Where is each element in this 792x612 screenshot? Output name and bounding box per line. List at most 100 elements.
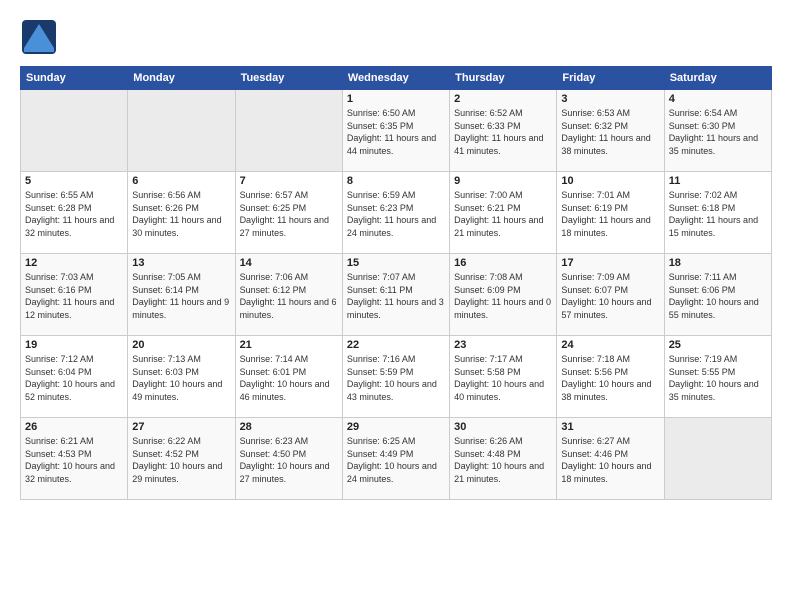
cell-text: Sunrise: 7:07 AMSunset: 6:11 PMDaylight:… bbox=[347, 272, 444, 320]
day-number: 13 bbox=[132, 257, 230, 269]
calendar-cell: 3 Sunrise: 6:53 AMSunset: 6:32 PMDaylight… bbox=[557, 90, 664, 172]
calendar-cell: 15Sunrise: 7:07 AMSunset: 6:11 PMDayligh… bbox=[342, 254, 449, 336]
calendar-week: 26 Sunrise: 6:21 AMSunset: 4:53 PMDayligh… bbox=[21, 418, 772, 500]
calendar-cell: 19Sunrise: 7:12 AMSunset: 6:04 PMDayligh… bbox=[21, 336, 128, 418]
cell-text: Sunrise: 6:23 AMSunset: 4:50 PMDaylight:… bbox=[240, 436, 330, 484]
cell-text: Sunrise: 6:59 AMSunset: 6:23 PMDaylight:… bbox=[347, 190, 436, 238]
day-number: 21 bbox=[240, 339, 338, 351]
header bbox=[20, 18, 772, 56]
calendar-cell: 4 Sunrise: 6:54 AMSunset: 6:30 PMDaylight… bbox=[664, 90, 771, 172]
calendar-cell: 27Sunrise: 6:22 AMSunset: 4:52 PMDayligh… bbox=[128, 418, 235, 500]
day-number: 30 bbox=[454, 421, 552, 433]
calendar-cell: 14 Sunrise: 7:06 AMSunset: 6:12 PMDayligh… bbox=[235, 254, 342, 336]
day-number: 26 bbox=[25, 421, 123, 433]
day-number: 1 bbox=[347, 93, 445, 105]
calendar-cell: 16 Sunrise: 7:08 AMSunset: 6:09 PMDayligh… bbox=[450, 254, 557, 336]
cell-text: Sunrise: 6:21 AMSunset: 4:53 PMDaylight:… bbox=[25, 436, 115, 484]
calendar-cell: 5 Sunrise: 6:55 AMSunset: 6:28 PMDaylight… bbox=[21, 172, 128, 254]
weekday-header: Friday bbox=[557, 67, 664, 90]
day-number: 2 bbox=[454, 93, 552, 105]
day-number: 14 bbox=[240, 257, 338, 269]
day-number: 11 bbox=[669, 175, 767, 187]
calendar-cell bbox=[128, 90, 235, 172]
calendar-table: SundayMondayTuesdayWednesdayThursdayFrid… bbox=[20, 66, 772, 500]
cell-text: Sunrise: 6:54 AMSunset: 6:30 PMDaylight:… bbox=[669, 108, 758, 156]
weekday-header: Tuesday bbox=[235, 67, 342, 90]
calendar-cell: 10 Sunrise: 7:01 AMSunset: 6:19 PMDayligh… bbox=[557, 172, 664, 254]
cell-text: Sunrise: 6:52 AMSunset: 6:33 PMDaylight:… bbox=[454, 108, 543, 156]
day-number: 22 bbox=[347, 339, 445, 351]
cell-text: Sunrise: 7:05 AMSunset: 6:14 PMDaylight:… bbox=[132, 272, 229, 320]
cell-text: Sunrise: 6:57 AMSunset: 6:25 PMDaylight:… bbox=[240, 190, 329, 238]
cell-text: Sunrise: 7:11 AMSunset: 6:06 PMDaylight:… bbox=[669, 272, 759, 320]
cell-text: Sunrise: 7:18 AMSunset: 5:56 PMDaylight:… bbox=[561, 354, 651, 402]
cell-text: Sunrise: 6:53 AMSunset: 6:32 PMDaylight:… bbox=[561, 108, 650, 156]
weekday-header: Sunday bbox=[21, 67, 128, 90]
day-number: 19 bbox=[25, 339, 123, 351]
calendar-cell: 9 Sunrise: 7:00 AMSunset: 6:21 PMDaylight… bbox=[450, 172, 557, 254]
calendar-cell: 7 Sunrise: 6:57 AMSunset: 6:25 PMDaylight… bbox=[235, 172, 342, 254]
calendar-cell: 21Sunrise: 7:14 AMSunset: 6:01 PMDayligh… bbox=[235, 336, 342, 418]
day-number: 25 bbox=[669, 339, 767, 351]
day-number: 5 bbox=[25, 175, 123, 187]
calendar-cell: 29Sunrise: 6:25 AMSunset: 4:49 PMDayligh… bbox=[342, 418, 449, 500]
day-number: 3 bbox=[561, 93, 659, 105]
calendar-week: 12 Sunrise: 7:03 AMSunset: 6:16 PMDayligh… bbox=[21, 254, 772, 336]
day-number: 10 bbox=[561, 175, 659, 187]
header-row: SundayMondayTuesdayWednesdayThursdayFrid… bbox=[21, 67, 772, 90]
weekday-header: Wednesday bbox=[342, 67, 449, 90]
logo bbox=[20, 18, 60, 56]
calendar-cell: 18 Sunrise: 7:11 AMSunset: 6:06 PMDayligh… bbox=[664, 254, 771, 336]
day-number: 23 bbox=[454, 339, 552, 351]
cell-text: Sunrise: 7:06 AMSunset: 6:12 PMDaylight:… bbox=[240, 272, 337, 320]
day-number: 12 bbox=[25, 257, 123, 269]
day-number: 16 bbox=[454, 257, 552, 269]
cell-text: Sunrise: 6:26 AMSunset: 4:48 PMDaylight:… bbox=[454, 436, 544, 484]
day-number: 4 bbox=[669, 93, 767, 105]
cell-text: Sunrise: 7:01 AMSunset: 6:19 PMDaylight:… bbox=[561, 190, 650, 238]
calendar-cell bbox=[21, 90, 128, 172]
day-number: 18 bbox=[669, 257, 767, 269]
calendar-cell: 22 Sunrise: 7:16 AMSunset: 5:59 PMDayligh… bbox=[342, 336, 449, 418]
weekday-header: Monday bbox=[128, 67, 235, 90]
calendar-cell: 23Sunrise: 7:17 AMSunset: 5:58 PMDayligh… bbox=[450, 336, 557, 418]
day-number: 31 bbox=[561, 421, 659, 433]
calendar-cell: 30 Sunrise: 6:26 AMSunset: 4:48 PMDayligh… bbox=[450, 418, 557, 500]
cell-text: Sunrise: 7:13 AMSunset: 6:03 PMDaylight:… bbox=[132, 354, 222, 402]
calendar-week: 1Sunrise: 6:50 AMSunset: 6:35 PMDaylight… bbox=[21, 90, 772, 172]
day-number: 28 bbox=[240, 421, 338, 433]
day-number: 9 bbox=[454, 175, 552, 187]
day-number: 8 bbox=[347, 175, 445, 187]
calendar-cell: 1Sunrise: 6:50 AMSunset: 6:35 PMDaylight… bbox=[342, 90, 449, 172]
calendar-cell: 8 Sunrise: 6:59 AMSunset: 6:23 PMDaylight… bbox=[342, 172, 449, 254]
calendar-cell: 6 Sunrise: 6:56 AMSunset: 6:26 PMDaylight… bbox=[128, 172, 235, 254]
logo-icon bbox=[20, 18, 58, 56]
calendar-week: 19Sunrise: 7:12 AMSunset: 6:04 PMDayligh… bbox=[21, 336, 772, 418]
calendar-cell: 17 Sunrise: 7:09 AMSunset: 6:07 PMDayligh… bbox=[557, 254, 664, 336]
cell-text: Sunrise: 7:00 AMSunset: 6:21 PMDaylight:… bbox=[454, 190, 543, 238]
calendar-cell bbox=[664, 418, 771, 500]
cell-text: Sunrise: 6:25 AMSunset: 4:49 PMDaylight:… bbox=[347, 436, 437, 484]
cell-text: Sunrise: 7:09 AMSunset: 6:07 PMDaylight:… bbox=[561, 272, 651, 320]
calendar-cell: 24 Sunrise: 7:18 AMSunset: 5:56 PMDayligh… bbox=[557, 336, 664, 418]
day-number: 24 bbox=[561, 339, 659, 351]
calendar-cell: 28 Sunrise: 6:23 AMSunset: 4:50 PMDayligh… bbox=[235, 418, 342, 500]
calendar-cell: 31Sunrise: 6:27 AMSunset: 4:46 PMDayligh… bbox=[557, 418, 664, 500]
calendar-cell: 20Sunrise: 7:13 AMSunset: 6:03 PMDayligh… bbox=[128, 336, 235, 418]
day-number: 17 bbox=[561, 257, 659, 269]
calendar-cell: 25Sunrise: 7:19 AMSunset: 5:55 PMDayligh… bbox=[664, 336, 771, 418]
cell-text: Sunrise: 7:03 AMSunset: 6:16 PMDaylight:… bbox=[25, 272, 114, 320]
day-number: 7 bbox=[240, 175, 338, 187]
cell-text: Sunrise: 7:08 AMSunset: 6:09 PMDaylight:… bbox=[454, 272, 551, 320]
cell-text: Sunrise: 6:55 AMSunset: 6:28 PMDaylight:… bbox=[25, 190, 114, 238]
calendar-cell: 11Sunrise: 7:02 AMSunset: 6:18 PMDayligh… bbox=[664, 172, 771, 254]
calendar-cell: 2 Sunrise: 6:52 AMSunset: 6:33 PMDaylight… bbox=[450, 90, 557, 172]
calendar-week: 5 Sunrise: 6:55 AMSunset: 6:28 PMDaylight… bbox=[21, 172, 772, 254]
day-number: 27 bbox=[132, 421, 230, 433]
weekday-header: Thursday bbox=[450, 67, 557, 90]
cell-text: Sunrise: 6:56 AMSunset: 6:26 PMDaylight:… bbox=[132, 190, 221, 238]
weekday-header: Saturday bbox=[664, 67, 771, 90]
calendar-cell: 26 Sunrise: 6:21 AMSunset: 4:53 PMDayligh… bbox=[21, 418, 128, 500]
day-number: 6 bbox=[132, 175, 230, 187]
cell-text: Sunrise: 7:16 AMSunset: 5:59 PMDaylight:… bbox=[347, 354, 437, 402]
